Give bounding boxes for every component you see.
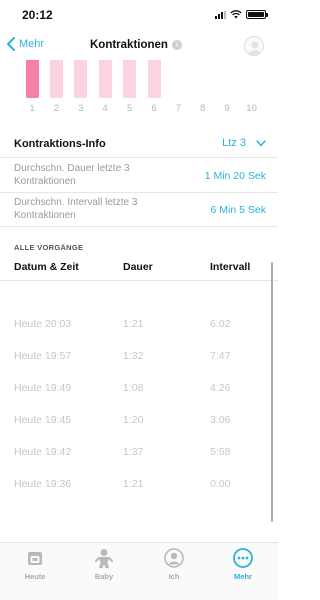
scrollbar[interactable] [271,262,273,522]
back-label: Mehr [19,38,45,50]
chart-bar [49,60,63,98]
tab-label: Ich [168,572,180,581]
row-interval: 4:26 [210,382,231,394]
table-header: Datum & Zeit Dauer Intervall [0,259,278,281]
contractions-bar-chart: 1 2 3 4 5 6 7 8 9 10 [0,60,278,118]
battery-icon [246,10,268,19]
chart-tick-label: 9 [224,103,230,114]
status-icons [215,10,268,19]
range-dropdown[interactable]: Ltz 3 [222,137,266,149]
row-interval: 6:02 [210,318,231,330]
tab-label: Heute [24,572,46,581]
avg-interval-row: Durchschn. Intervall letzte 3 Kontraktio… [0,193,278,227]
chart-tick-label: 5 [126,103,133,114]
row-datetime: Heute 20:03 [14,318,72,330]
page-title-text: Kontraktionen [90,39,168,51]
chevron-left-icon [7,37,15,51]
tab-baby[interactable]: Baby [69,547,139,581]
chart-bar [74,60,88,98]
chevron-down-icon [256,139,266,146]
row-duration: 1:21 [123,318,144,330]
info-title: Kontraktions-Info [14,138,106,150]
table-row[interactable]: Heute 19:57 1:32 7:47 [0,340,278,372]
chart-bar [147,60,161,98]
person-icon [164,548,184,568]
tab-ich[interactable]: Ich [139,547,209,581]
chart-tick-label: 7 [175,103,182,114]
chart-tick-label: 8 [200,103,206,114]
history-section-label: ALLE VORGÄNGE [14,243,84,252]
avg-interval-value: 6 Min 5 Sek [210,204,266,216]
tab-heute[interactable]: Heute [0,547,70,581]
chart-tick-label: 6 [151,103,157,114]
page-title: Kontraktionen i [90,39,182,51]
chart-bar [123,60,137,98]
row-datetime: Heute 19:36 [14,478,72,490]
row-duration: 1:21 [123,478,144,490]
column-header-duration: Dauer [123,261,153,273]
range-label: Ltz 3 [222,137,246,149]
chart-tick-label: 1 [29,103,35,114]
avg-interval-label: Durchschn. Intervall letzte 3 Kontraktio… [14,197,138,221]
row-duration: 1:20 [123,414,144,426]
chart-bar [25,60,39,98]
back-button[interactable]: Mehr [6,37,44,51]
table-row[interactable]: Heute 20:03 1:21 6:02 [0,308,278,340]
table-row[interactable]: Heute 19:42 1:37 5:58 [0,436,278,468]
more-icon [233,548,253,568]
column-header-datetime: Datum & Zeit [14,261,79,273]
chart-tick-label: 3 [78,103,84,114]
info-icon[interactable]: i [171,40,182,50]
table-row[interactable]: Heute 19:45 1:20 3:06 [0,404,278,436]
table-row[interactable]: Heute 19:36 1:21 0:00 [0,468,278,500]
column-header-interval: Intervall [210,261,251,273]
row-datetime: Heute 19:57 [14,350,72,362]
row-datetime: Heute 19:45 [14,414,72,426]
row-duration: 1:37 [123,446,144,458]
baby-icon [95,549,113,568]
row-duration: 1:08 [123,382,144,394]
row-interval: 5:58 [210,446,231,458]
profile-avatar[interactable] [244,36,264,56]
person-icon [248,41,262,55]
chart-tick-label: 2 [53,103,60,114]
chart-tick-label: 10 [246,103,257,114]
info-header: Kontraktions-Info Ltz 3 [0,132,278,158]
avg-duration-label: Durchschn. Dauer letzte 3 Kontraktionen [14,163,130,187]
row-datetime: Heute 19:49 [14,382,72,394]
signal-icon [215,10,226,19]
row-interval: 7:47 [210,350,231,362]
avg-duration-value: 1 Min 20 Sek [204,170,266,182]
chart-tick-label: 4 [102,103,108,114]
navigation-bar: Mehr Kontraktionen i [0,32,278,62]
row-duration: 1:32 [123,350,144,362]
row-interval: 3:06 [210,414,231,426]
tab-bar: Heute Baby Ich Mehr [0,542,278,600]
tab-label: Mehr [234,572,252,581]
calendar-icon [28,552,42,565]
status-time: 20:12 [22,8,53,22]
avg-duration-row: Durchschn. Dauer letzte 3 Kontraktionen … [0,159,278,193]
row-datetime: Heute 19:42 [14,446,72,458]
chart-bar [98,60,112,98]
table-row[interactable]: Heute 19:49 1:08 4:26 [0,372,278,404]
status-bar: 20:12 [0,0,278,32]
row-interval: 0:00 [210,478,231,490]
wifi-icon [230,10,242,19]
tab-label: Baby [94,572,114,581]
tab-mehr[interactable]: Mehr [208,547,278,581]
